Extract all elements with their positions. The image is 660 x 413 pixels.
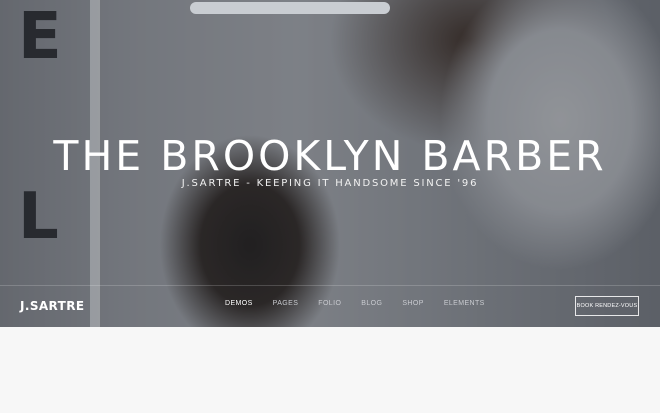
menu-item-pages[interactable]: PAGES bbox=[273, 300, 299, 307]
menu-item-blog[interactable]: BLOG bbox=[361, 300, 382, 307]
brand-logo[interactable]: J.SARTRE bbox=[20, 299, 84, 313]
ceiling-pipe bbox=[190, 2, 390, 14]
hero-section: E L THE BROOKLYN BARBER J.SARTRE - KEEPI… bbox=[0, 0, 660, 327]
page-content-area bbox=[0, 327, 660, 413]
main-menu: DEMOS PAGES FOLIO BLOG SHOP ELEMENTS bbox=[225, 300, 505, 307]
hero-headline: THE BROOKLYN BARBER bbox=[53, 132, 607, 180]
wall-letter-l: L bbox=[18, 180, 59, 254]
menu-item-demos[interactable]: DEMOS bbox=[225, 300, 253, 307]
wall-letter-e: E bbox=[18, 0, 62, 74]
menu-item-shop[interactable]: SHOP bbox=[402, 300, 423, 307]
menu-item-elements[interactable]: ELEMENTS bbox=[444, 300, 485, 307]
book-rendezvous-button[interactable]: BOOK RENDEZ-VOUS bbox=[575, 296, 639, 316]
menu-item-folio[interactable]: FOLIO bbox=[318, 300, 341, 307]
top-navbar: J.SARTRE DEMOS PAGES FOLIO BLOG SHOP ELE… bbox=[0, 285, 660, 327]
hero-subheadline: J.SARTRE - KEEPING IT HANDSOME SINCE '96 bbox=[181, 178, 479, 189]
